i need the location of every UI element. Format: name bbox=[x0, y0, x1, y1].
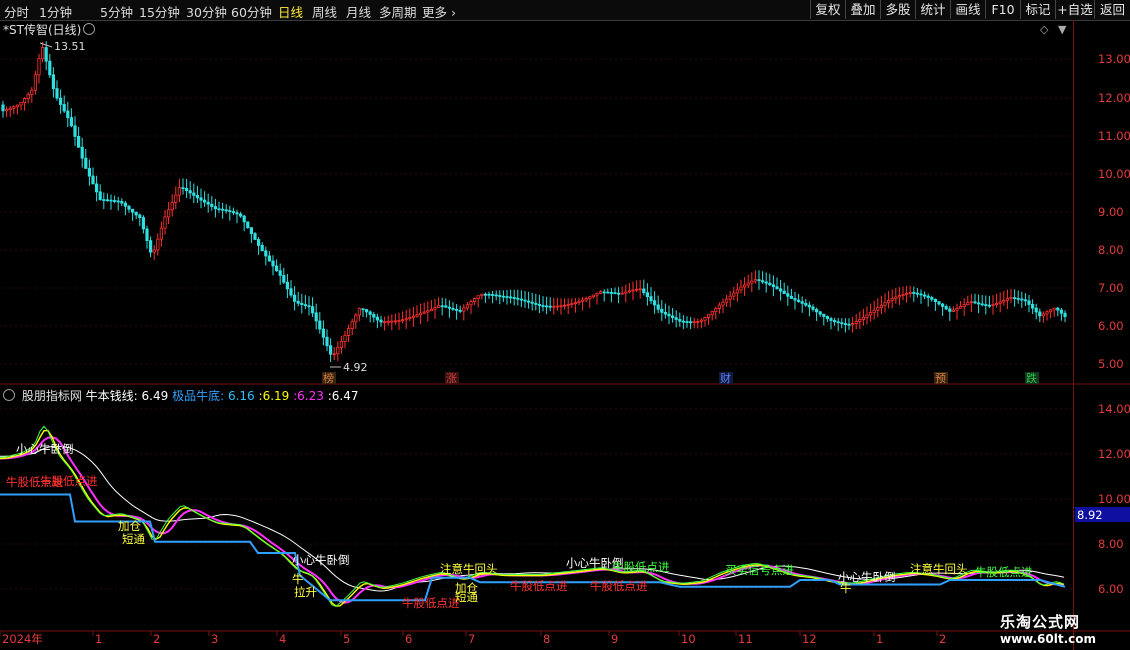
x-tick: 2 bbox=[153, 632, 160, 646]
indicator-y-axis: 14.00 12.00 10.00 8.00 6.00 bbox=[1098, 402, 1130, 596]
y-tick: 5.00 bbox=[1098, 357, 1124, 371]
y-tick: 8.00 bbox=[1098, 537, 1124, 551]
candlesticks bbox=[1, 41, 1067, 363]
event-mark: 预 bbox=[935, 372, 946, 385]
x-tick: 2024年 bbox=[2, 632, 43, 646]
y-tick: 13.00 bbox=[1098, 52, 1130, 66]
annotation: 牛 bbox=[840, 581, 852, 595]
event-mark: 涨 bbox=[446, 372, 457, 385]
y-tick: 10.00 bbox=[1098, 167, 1130, 181]
x-tick: 12 bbox=[802, 632, 817, 646]
annotation: 牛股低点进 bbox=[402, 596, 460, 610]
annotation: 小心牛卧倒 bbox=[16, 442, 74, 456]
x-tick: 3 bbox=[211, 632, 218, 646]
annotation: 加仓 bbox=[118, 519, 141, 533]
y-tick: 7.00 bbox=[1098, 281, 1124, 295]
y-tick: 12.00 bbox=[1098, 447, 1130, 461]
event-mark: 跌 bbox=[1026, 371, 1037, 385]
annotation: 买卖信号点进 bbox=[725, 563, 794, 577]
x-tick: 5 bbox=[343, 632, 350, 646]
annotation: 拉升 bbox=[294, 585, 317, 599]
x-tick: 11 bbox=[738, 632, 753, 646]
y-tick: 10.00 bbox=[1098, 492, 1130, 506]
annotation: 牛股低点进 bbox=[510, 579, 568, 593]
annotation: 短通 bbox=[455, 590, 478, 604]
x-tick: 1 bbox=[95, 632, 102, 646]
high-price-label: 13.51 bbox=[54, 40, 86, 53]
x-tick: 7 bbox=[468, 632, 475, 646]
y-tick: 8.00 bbox=[1098, 243, 1124, 257]
annotation: 注意牛回头 bbox=[910, 562, 968, 576]
x-tick: 10 bbox=[681, 632, 696, 646]
y-tick: 12.00 bbox=[1098, 91, 1130, 105]
annotation: 牛股低点进 bbox=[40, 474, 98, 488]
annotation: 小心牛卧倒 bbox=[292, 553, 350, 567]
event-mark: 财 bbox=[720, 371, 731, 385]
kline-chart-canvas[interactable]: 4.92 13.51 13.00 12.00 11.00 10.00 9.00 … bbox=[0, 0, 1130, 650]
annotation: 牛股低点进 bbox=[590, 579, 648, 593]
x-axis-labels: 2024年 1 2 3 4 5 6 7 8 9 10 11 12 1 2 bbox=[2, 632, 946, 646]
x-tick: 4 bbox=[279, 632, 286, 646]
event-mark: 榜 bbox=[323, 371, 334, 385]
x-tick: 9 bbox=[611, 632, 618, 646]
low-price-label: 4.92 bbox=[343, 361, 368, 374]
main-gridlines bbox=[0, 58, 1073, 365]
annotation: 短通 bbox=[122, 532, 145, 546]
x-tick: 1 bbox=[876, 632, 883, 646]
x-tick: 6 bbox=[405, 632, 412, 646]
annotation: 牛股低点进 bbox=[975, 565, 1033, 579]
annotation: 牛股低点进 bbox=[612, 560, 670, 574]
annotation: 注意牛回头 bbox=[440, 562, 498, 576]
current-price-value: 8.92 bbox=[1077, 508, 1103, 522]
y-tick: 6.00 bbox=[1098, 319, 1124, 333]
y-tick: 14.00 bbox=[1098, 402, 1130, 416]
watermark: 乐淘公式网 www.60lt.com bbox=[1000, 613, 1097, 646]
y-tick: 11.00 bbox=[1098, 129, 1130, 143]
y-tick: 9.00 bbox=[1098, 205, 1124, 219]
event-markers: 榜 涨 财 预 跌 bbox=[322, 371, 1039, 385]
y-tick: 6.00 bbox=[1098, 582, 1124, 596]
x-tick: 2 bbox=[939, 632, 946, 646]
x-tick: 8 bbox=[543, 632, 550, 646]
annotation: 牛 bbox=[292, 572, 304, 586]
main-y-axis: 13.00 12.00 11.00 10.00 9.00 8.00 7.00 6… bbox=[1098, 52, 1130, 371]
